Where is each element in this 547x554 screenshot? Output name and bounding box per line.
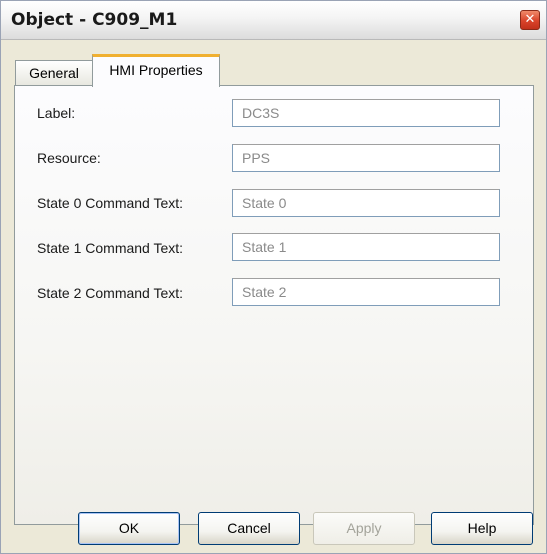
title-bar[interactable]: Object - C909_M1 ✕ <box>1 1 546 40</box>
apply-button[interactable]: Apply <box>313 512 415 545</box>
state-1-command-text-field[interactable]: State 1 <box>232 233 500 261</box>
ok-button[interactable]: OK <box>78 512 180 545</box>
label-field[interactable]: DC3S <box>232 99 500 127</box>
object-properties-dialog: Object - C909_M1 ✕ General HMI Propertie… <box>0 0 547 554</box>
state-1-command-text-label: State 1 Command Text: <box>37 240 184 256</box>
state-0-command-text-field[interactable]: State 0 <box>232 189 500 217</box>
label-field-label: Label: <box>37 105 76 121</box>
state-2-command-text-field[interactable]: State 2 <box>232 278 500 306</box>
state-2-command-text-label: State 2 Command Text: <box>37 285 184 301</box>
state-0-command-text-label: State 0 Command Text: <box>37 195 184 211</box>
window-title: Object - C909_M1 <box>11 10 178 30</box>
close-icon[interactable]: ✕ <box>520 10 540 30</box>
help-button[interactable]: Help <box>431 512 533 545</box>
tab-hmi-properties[interactable]: HMI Properties <box>92 54 220 87</box>
tab-general[interactable]: General <box>15 60 93 85</box>
resource-field-label: Resource: <box>37 150 101 166</box>
cancel-button[interactable]: Cancel <box>198 512 300 545</box>
resource-field[interactable]: PPS <box>232 144 500 172</box>
